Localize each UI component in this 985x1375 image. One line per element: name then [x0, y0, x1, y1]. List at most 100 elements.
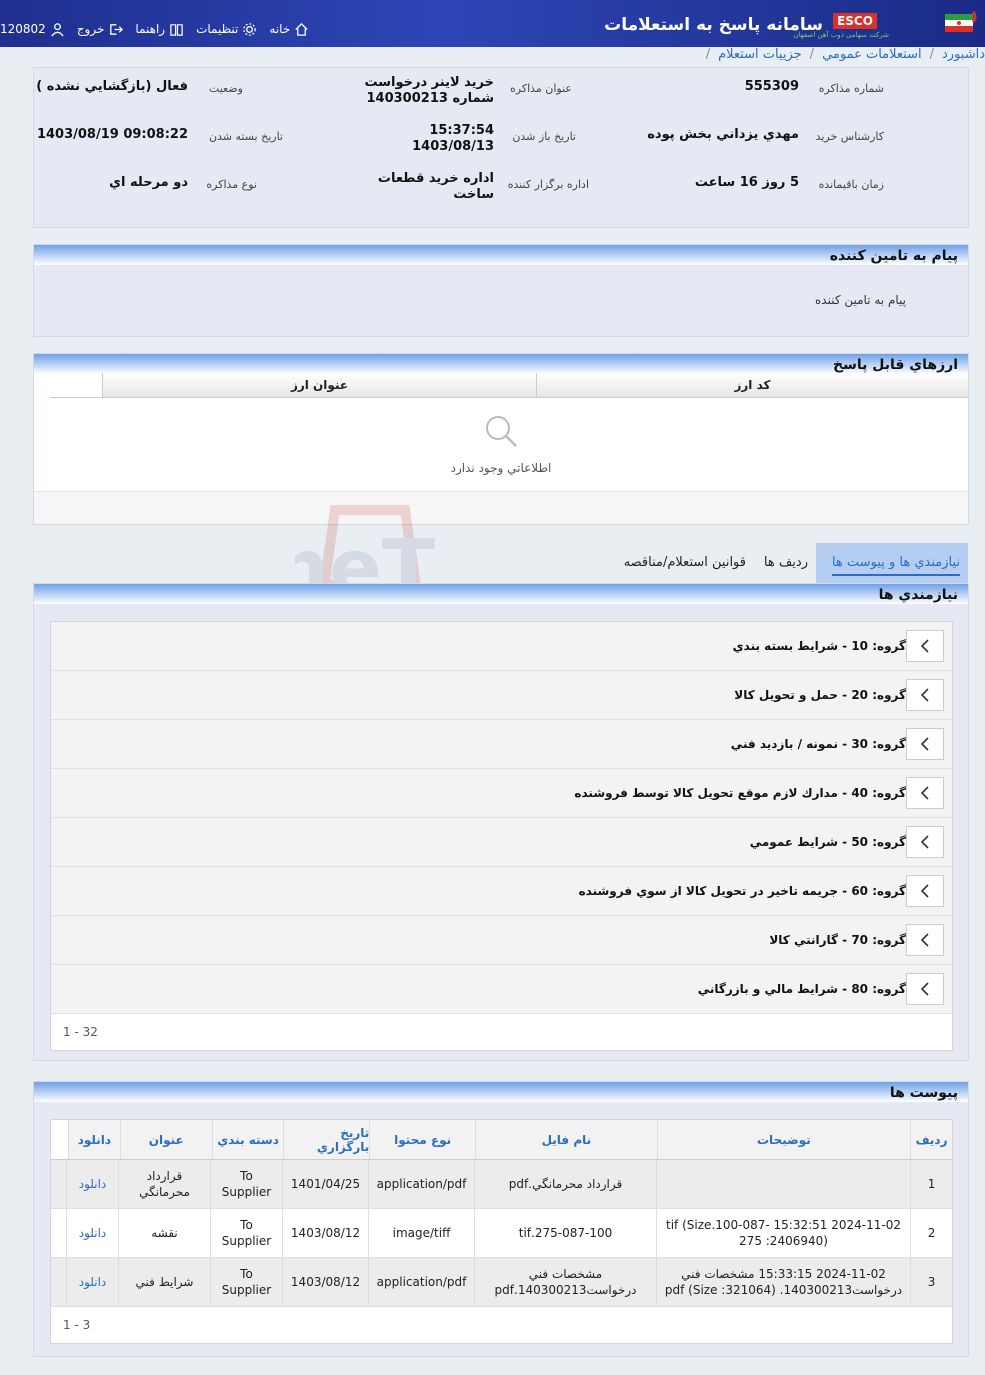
group-label: گروه: 70 - گارانتي كالا [769, 933, 906, 947]
group-row[interactable]: گروه: 20 - حمل و تحويل كالا [51, 671, 952, 720]
nav-settings[interactable]: تنظيمات [196, 19, 257, 39]
breadcrumb-public-inquiries[interactable]: استعلامات عمومي [822, 47, 922, 67]
cell-description [656, 1160, 910, 1208]
download-link[interactable]: دانلود [66, 1258, 118, 1306]
attachments-header: رديف توضيحات نام فايل نوع محتوا تاريخ با… [50, 1120, 952, 1160]
expand-button[interactable] [906, 973, 944, 1005]
cell-title: شرايط فني [118, 1258, 210, 1306]
breadcrumb-sep: / [705, 47, 711, 62]
status-label: وضعيت [208, 82, 243, 95]
col-spacer [50, 1120, 68, 1159]
attachments-pager: 1 - 3 [63, 1318, 91, 1332]
title-line2: شماره 140300213 [366, 91, 495, 106]
cell-row: 3 [910, 1258, 952, 1306]
currencies-table-header: کد ارز عنوان ارز [50, 373, 968, 398]
cell-file-name: قرارداد محرمانگي.pdf [474, 1160, 656, 1208]
nav-settings-label: تنظيمات [196, 22, 239, 36]
nav-user[interactable]: 120802 [0, 19, 65, 39]
remaining-label: زمان باقيمانده [818, 178, 884, 191]
nav-home-label: خانه [269, 22, 291, 36]
expand-button[interactable] [906, 826, 944, 858]
currencies-table: کد ارز عنوان ارز [50, 373, 968, 398]
cell-description: 2024-11-02 15:32:51 tif (Size.100-087-27… [656, 1209, 910, 1257]
user-id: 120802 [0, 22, 46, 36]
col-description[interactable]: توضيحات [656, 1120, 910, 1159]
expand-button[interactable] [906, 777, 944, 809]
nav-home[interactable]: خانه [269, 19, 309, 39]
group-row[interactable]: گروه: 60 - جريمه تاخير در تحويل كالا از … [51, 867, 952, 916]
tab-requirements[interactable]: نيازمندي ها و پيوست ها [831, 555, 960, 576]
col-row[interactable]: رديف [910, 1120, 952, 1159]
attachments-panel: پيوست ها رديف توضيحات نام فايل نوع محتوا… [33, 1081, 969, 1357]
negotiation-number: 555309 [744, 79, 799, 94]
tab-rows[interactable]: رديف ها [764, 555, 808, 570]
type-label: نوع مذاکره [206, 178, 257, 191]
table-row: 1 قرارداد محرمانگي.pdf application/pdf 1… [51, 1160, 952, 1209]
attachments-table: رديف توضيحات نام فايل نوع محتوا تاريخ با… [50, 1119, 953, 1344]
currencies-title: ارزهاي قابل پاسخ [34, 354, 968, 374]
breadcrumb-sep: / [929, 47, 934, 62]
requirements-pager: 1 - 32 [63, 1025, 98, 1039]
col-download[interactable]: دانلود [67, 1120, 120, 1159]
nav-help-label: راهنما [135, 22, 166, 36]
breadcrumb-dashboard[interactable]: داشبورد [942, 47, 985, 67]
expand-button[interactable] [906, 924, 944, 956]
col-currency-code[interactable]: کد ارز [536, 373, 968, 397]
group-row[interactable]: گروه: 80 - شرايط مالي و بازرگاني [51, 965, 952, 1014]
empty-message: اطلاعاتي وجود ندارد [450, 461, 552, 475]
open-date: 1403/08/13 [412, 139, 494, 154]
table-row: 3 2024-11-02 15:33:15 مشخصات فني درخواست… [51, 1258, 952, 1307]
currencies-footer [34, 491, 968, 524]
nav-help[interactable]: راهنما [135, 19, 184, 39]
breadcrumb: داشبورد / استعلامات عمومي / جزييات استعل… [0, 47, 985, 67]
brand-logo: ESCO [833, 13, 877, 29]
col-content-type[interactable]: نوع محتوا [369, 1120, 475, 1159]
breadcrumb-inquiry-details[interactable]: جزييات استعلام [718, 47, 802, 67]
group-row[interactable]: گروه: 30 - نمونه / بازديد فني [51, 720, 952, 769]
cell-file-name: مشخصات فني درخواست140300213.pdf [474, 1258, 656, 1306]
cell-upload-date: 1403/08/12 [282, 1209, 368, 1257]
expand-button[interactable] [906, 679, 944, 711]
download-link[interactable]: دانلود [66, 1209, 118, 1257]
col-file-name[interactable]: نام فايل [475, 1120, 657, 1159]
group-label: گروه: 40 - مدارك لازم موقع تحويل كالا تو… [574, 786, 906, 800]
nav-logout[interactable]: خروج [77, 19, 124, 39]
col-title[interactable]: عنوان [119, 1120, 212, 1159]
requirements-title: نيازمندي ها [34, 584, 968, 604]
group-row[interactable]: گروه: 40 - مدارك لازم موقع تحويل كالا تو… [51, 769, 952, 818]
cell-title: نقشه [118, 1209, 210, 1257]
cell-category: To Supplier [210, 1258, 282, 1306]
col-category[interactable]: دسته بندي [211, 1120, 284, 1159]
inquiry-info-panel: شماره مذاکره 555309 عنوان مذاکره خريد لا… [33, 67, 969, 228]
gear-icon [243, 22, 257, 36]
download-link[interactable]: دانلود [66, 1160, 118, 1208]
col-upload-date[interactable]: تاريخ بارگزاري [283, 1120, 369, 1159]
currencies-panel: ارزهاي قابل پاسخ کد ارز عنوان ارز اطلاعا… [33, 353, 969, 525]
expand-button[interactable] [906, 875, 944, 907]
requirements-group-list: گروه: 10 - شرايط بسته بندي گروه: 20 - حم… [50, 621, 953, 1051]
cell-content-type: application/pdf [368, 1258, 474, 1306]
empty-search-icon [34, 412, 968, 453]
organizer-label: اداره برگزار کننده [507, 178, 589, 191]
flag-logo-icon [935, 6, 977, 42]
open-time: 15:37:54 [429, 123, 494, 138]
col-currency-title[interactable]: عنوان ارز [102, 373, 536, 397]
requirements-panel: نيازمندي ها گروه: 10 - شرايط بسته بندي گ… [33, 583, 969, 1061]
status-value: فعال (بازگشايي نشده ) [36, 79, 188, 94]
group-row[interactable]: گروه: 50 - شرايط عمومي [51, 818, 952, 867]
group-row[interactable]: گروه: 10 - شرايط بسته بندي [51, 622, 952, 671]
cell-row: 1 [910, 1160, 952, 1208]
group-label: گروه: 20 - حمل و تحويل كالا [734, 688, 906, 702]
nav-logout-label: خروج [76, 22, 105, 36]
expand-button[interactable] [906, 728, 944, 760]
expand-button[interactable] [906, 630, 944, 662]
detail-tabs: نيازمندي ها و پيوست ها رديف ها قوانين اس… [595, 543, 968, 583]
tab-rules[interactable]: قوانين استعلام/مناقصه [624, 555, 746, 570]
home-icon [295, 22, 308, 36]
group-row[interactable]: گروه: 70 - گارانتي كالا [51, 916, 952, 965]
chevron-left-icon [920, 786, 929, 800]
cell-category: To Supplier [210, 1209, 282, 1257]
open-date-label: تاريخ باز شدن [512, 130, 576, 143]
top-nav: خانه تنظيمات راهنما خروج 120802 [0, 19, 321, 39]
cell-category: To Supplier [210, 1160, 282, 1208]
